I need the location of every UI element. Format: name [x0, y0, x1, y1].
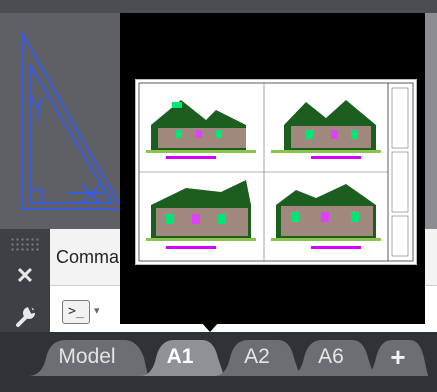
tab-a6[interactable]: A6	[300, 340, 362, 374]
command-history-text: Comma	[56, 247, 120, 267]
chevron-down-icon[interactable]: ▾	[94, 304, 100, 317]
grip-dots-icon[interactable]	[10, 237, 40, 251]
command-prompt-icon[interactable]: >_	[62, 300, 90, 324]
tab-a2[interactable]: A2	[226, 340, 288, 374]
tab-model[interactable]: Model	[44, 340, 130, 374]
command-panel-grip[interactable]: ✕	[0, 229, 50, 332]
elevation-drawings-thumbnail	[138, 82, 414, 262]
add-layout-button[interactable]: +	[374, 338, 422, 376]
tab-a1[interactable]: A1	[152, 340, 208, 374]
layout-thumbnail-sheet[interactable]	[135, 79, 417, 265]
close-icon[interactable]: ✕	[12, 263, 38, 289]
preview-pointer	[201, 322, 219, 332]
wrench-icon[interactable]	[12, 303, 38, 329]
app-titlebar	[0, 0, 437, 13]
